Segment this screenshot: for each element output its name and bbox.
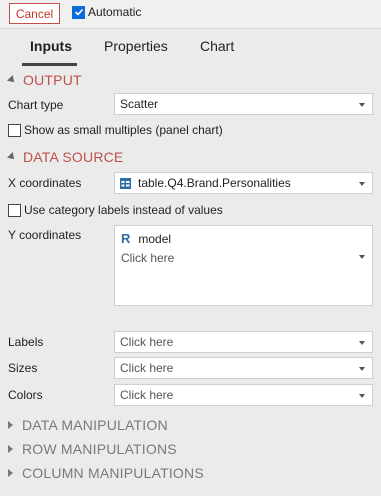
sizes-select[interactable]: Click here (114, 357, 373, 379)
colors-select[interactable]: Click here (114, 384, 373, 406)
tab-bar: Inputs Properties Chart (0, 29, 381, 66)
chart-type-label: Chart type (8, 98, 64, 112)
sizes-placeholder: Click here (120, 361, 174, 375)
chevron-down-icon (359, 103, 365, 107)
section-data-source-header[interactable]: DATA SOURCE (7, 149, 124, 165)
chevron-down-icon (359, 182, 365, 186)
y-coordinates-label: Y coordinates (8, 228, 82, 242)
inputs-panel: Inputs Properties Chart OUTPUT Chart typ… (0, 28, 381, 496)
colors-placeholder: Click here (120, 388, 174, 402)
chevron-down-icon (359, 394, 365, 398)
section-output-title: OUTPUT (23, 72, 82, 88)
x-coordinates-select[interactable]: table.Q4.Brand.Personalities (114, 172, 373, 194)
chevron-down-icon (359, 367, 365, 371)
chevron-down-icon (359, 255, 365, 259)
category-labels-label: Use category labels instead of values (24, 203, 223, 217)
checkmark-icon (74, 8, 83, 16)
expand-triangle-icon (8, 469, 13, 477)
collapse-triangle-icon (7, 75, 17, 85)
table-icon (120, 177, 131, 189)
small-multiples-label: Show as small multiples (panel chart) (24, 123, 223, 137)
y-coordinates-placeholder[interactable]: Click here (121, 251, 174, 265)
expand-triangle-icon (8, 421, 13, 429)
automatic-label: Automatic (88, 5, 142, 19)
x-coordinates-value: table.Q4.Brand.Personalities (138, 176, 291, 190)
small-multiples-option[interactable]: Show as small multiples (panel chart) (8, 123, 223, 137)
sizes-label: Sizes (8, 361, 38, 375)
small-multiples-checkbox[interactable] (8, 123, 21, 137)
x-coordinates-label: X coordinates (8, 176, 82, 190)
section-row-manipulations-title: ROW MANIPULATIONS (22, 441, 177, 457)
automatic-toggle[interactable]: Automatic (72, 5, 141, 19)
section-column-manipulations-title: COLUMN MANIPULATIONS (22, 465, 204, 481)
chevron-down-icon (359, 341, 365, 345)
section-output-header[interactable]: OUTPUT (7, 72, 82, 88)
chart-type-select[interactable]: Scatter (114, 93, 373, 115)
category-labels-checkbox[interactable] (8, 203, 21, 217)
y-coordinate-item-label: model (138, 231, 172, 246)
labels-placeholder: Click here (120, 335, 174, 349)
labels-select[interactable]: Click here (114, 331, 373, 353)
active-tab-indicator (22, 63, 77, 66)
chart-type-value: Scatter (120, 97, 159, 111)
section-data-manipulation-title: DATA MANIPULATION (22, 417, 168, 433)
category-labels-option[interactable]: Use category labels instead of values (8, 203, 223, 217)
section-column-manipulations-header[interactable]: COLUMN MANIPULATIONS (8, 465, 204, 481)
r-output-icon: R (121, 231, 131, 246)
top-toolbar: Cancel Automatic (0, 0, 381, 28)
tab-inputs[interactable]: Inputs (30, 38, 72, 54)
expand-triangle-icon (8, 445, 13, 453)
automatic-checkbox[interactable] (72, 5, 85, 19)
collapse-triangle-icon (7, 152, 17, 162)
labels-label: Labels (8, 335, 44, 349)
section-data-manipulation-header[interactable]: DATA MANIPULATION (8, 417, 168, 433)
tab-properties[interactable]: Properties (104, 38, 168, 54)
y-coordinate-item[interactable]: R model (121, 231, 171, 246)
section-row-manipulations-header[interactable]: ROW MANIPULATIONS (8, 441, 177, 457)
cancel-button[interactable]: Cancel (9, 3, 60, 24)
colors-label: Colors (8, 388, 43, 402)
tab-chart[interactable]: Chart (200, 38, 234, 54)
section-data-source-title: DATA SOURCE (23, 149, 124, 165)
y-coordinates-list[interactable]: R model Click here (114, 225, 373, 306)
